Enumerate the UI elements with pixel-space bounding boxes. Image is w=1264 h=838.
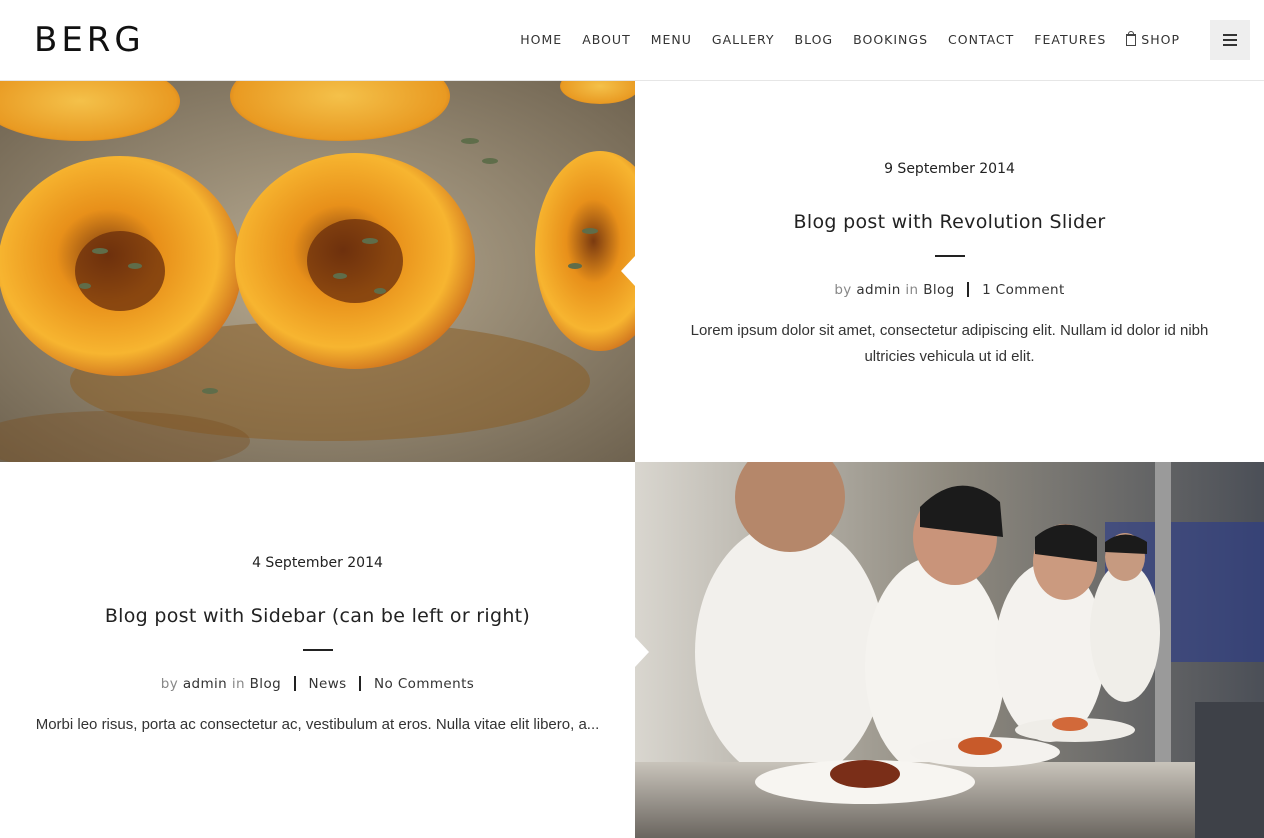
- nav-about[interactable]: ABOUT: [582, 32, 631, 48]
- meta-by: by: [834, 282, 852, 298]
- nav-shop-label: SHOP: [1141, 32, 1180, 47]
- post-image-chefs[interactable]: [635, 462, 1264, 838]
- meta-separator: [293, 676, 296, 691]
- post-category-link[interactable]: Blog: [923, 282, 954, 298]
- title-divider: [302, 649, 333, 651]
- title-divider: [934, 255, 965, 257]
- post-card-1: 9 September 2014 Blog post with Revoluti…: [635, 81, 1264, 462]
- hamburger-menu-icon: [1223, 34, 1237, 36]
- post-card-2: 4 September 2014 Blog post with Sidebar …: [0, 462, 635, 838]
- post-date: 4 September 2014: [252, 555, 383, 571]
- nav-home[interactable]: HOME: [520, 32, 562, 48]
- post-meta: by admin in Blog 1 Comment: [635, 282, 1264, 298]
- meta-separator: [967, 282, 970, 297]
- post-category-link[interactable]: Blog: [250, 676, 281, 692]
- hamburger-menu-button[interactable]: [1210, 20, 1250, 60]
- post-1: 9 September 2014 Blog post with Revoluti…: [635, 161, 1264, 370]
- meta-by: by: [160, 676, 179, 692]
- post-date: 9 September 2014: [884, 161, 1015, 177]
- nav-features[interactable]: FEATURES: [1034, 32, 1106, 48]
- post-2: 4 September 2014 Blog post with Sidebar …: [0, 555, 635, 738]
- card-arrow-notch: [621, 256, 635, 286]
- meta-separator: [359, 676, 362, 691]
- main-nav: HOME ABOUT MENU GALLERY BLOG BOOKINGS CO…: [500, 31, 1180, 48]
- post-author-link[interactable]: admin: [856, 282, 900, 298]
- post-image-peaches[interactable]: [0, 81, 635, 462]
- nav-contact[interactable]: CONTACT: [948, 32, 1014, 48]
- post-excerpt: Morbi leo risus, porta ac consectetur ac…: [35, 716, 600, 733]
- nav-gallery[interactable]: GALLERY: [712, 32, 775, 48]
- post-category-link[interactable]: News: [309, 676, 347, 692]
- post-author-link[interactable]: admin: [183, 676, 227, 692]
- post-comments-link[interactable]: 1 Comment: [982, 282, 1065, 298]
- nav-shop[interactable]: SHOP: [1126, 31, 1180, 48]
- post-title[interactable]: Blog post with Sidebar (can be left or r…: [0, 605, 635, 627]
- card-arrow-notch: [635, 637, 649, 667]
- peaches-photo: [0, 81, 635, 462]
- site-logo[interactable]: BERG: [34, 22, 145, 58]
- site-header: BERG HOME ABOUT MENU GALLERY BLOG BOOKIN…: [0, 0, 1264, 81]
- chefs-photo: [635, 462, 1264, 838]
- nav-menu[interactable]: MENU: [651, 32, 692, 48]
- post-title[interactable]: Blog post with Revolution Slider: [635, 211, 1264, 233]
- post-meta: by admin in Blog News No Comments: [0, 676, 635, 692]
- post-comments-link[interactable]: No Comments: [374, 676, 474, 692]
- meta-in: in: [231, 676, 245, 692]
- shopping-bag-icon: [1126, 31, 1137, 46]
- nav-bookings[interactable]: BOOKINGS: [853, 32, 928, 48]
- nav-blog[interactable]: BLOG: [795, 32, 834, 48]
- meta-in: in: [905, 282, 919, 298]
- post-excerpt: Lorem ipsum dolor sit amet, consectetur …: [690, 322, 1209, 365]
